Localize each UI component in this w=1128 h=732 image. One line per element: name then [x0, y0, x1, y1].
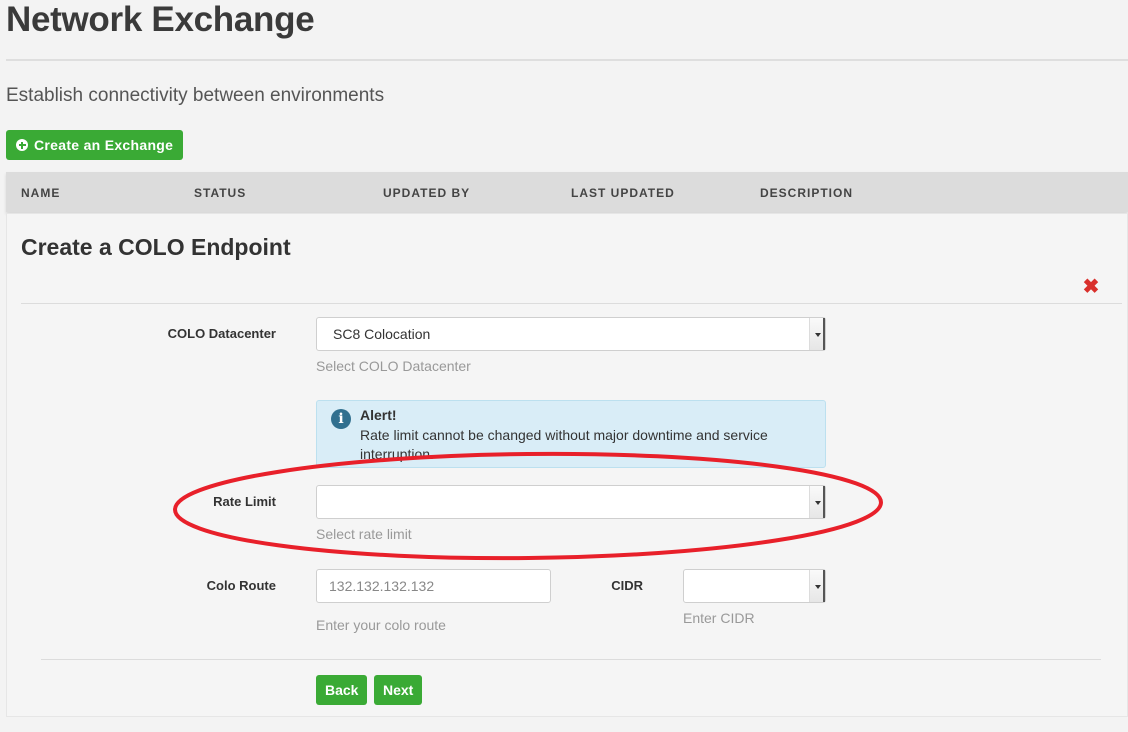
colo-route-label: Colo Route [206, 578, 276, 593]
datacenter-select[interactable]: SC8 Colocation [316, 317, 826, 351]
alert-title: Alert! [360, 407, 397, 423]
cidr-help: Enter CIDR [683, 610, 755, 626]
page-title: Network Exchange [6, 0, 315, 39]
rate-limit-alert: i Alert! Rate limit cannot be changed wi… [316, 400, 826, 468]
datacenter-help: Select COLO Datacenter [316, 358, 471, 374]
datacenter-select-value: SC8 Colocation [333, 326, 431, 342]
close-icon[interactable]: ✖ [1082, 277, 1100, 297]
panel-divider [21, 303, 1122, 304]
chevron-down-icon [809, 486, 825, 518]
rate-limit-help: Select rate limit [316, 526, 412, 542]
table-header: NAME STATUS UPDATED BY LAST UPDATED DESC… [6, 172, 1128, 212]
back-button[interactable]: Back [316, 675, 368, 705]
colo-route-input[interactable] [316, 569, 551, 603]
footer-divider [41, 659, 1101, 660]
chevron-down-icon [809, 318, 825, 350]
colo-route-help: Enter your colo route [316, 617, 446, 633]
page-subtitle: Establish connectivity between environme… [6, 85, 385, 106]
plus-circle-icon [16, 139, 28, 151]
info-icon: i [331, 409, 351, 429]
chevron-down-icon [809, 570, 825, 602]
panel-title: Create a COLO Endpoint [21, 234, 291, 260]
create-exchange-label: Create an Exchange [34, 137, 174, 153]
cidr-label: CIDR [611, 578, 643, 593]
rate-limit-label: Rate Limit [213, 494, 276, 509]
column-header-description[interactable]: DESCRIPTION [760, 186, 853, 200]
next-button[interactable]: Next [374, 675, 423, 705]
column-header-name[interactable]: NAME [21, 186, 60, 200]
datacenter-label: COLO Datacenter [167, 326, 276, 341]
alert-text: Rate limit cannot be changed without maj… [360, 427, 768, 462]
column-header-status[interactable]: STATUS [194, 186, 246, 200]
column-header-last-updated[interactable]: LAST UPDATED [571, 186, 675, 200]
column-header-updated-by[interactable]: UPDATED BY [383, 186, 470, 200]
rate-limit-select[interactable] [316, 485, 826, 519]
title-divider [6, 59, 1128, 61]
cidr-select[interactable] [683, 569, 826, 603]
create-exchange-button[interactable]: Create an Exchange [6, 130, 184, 160]
